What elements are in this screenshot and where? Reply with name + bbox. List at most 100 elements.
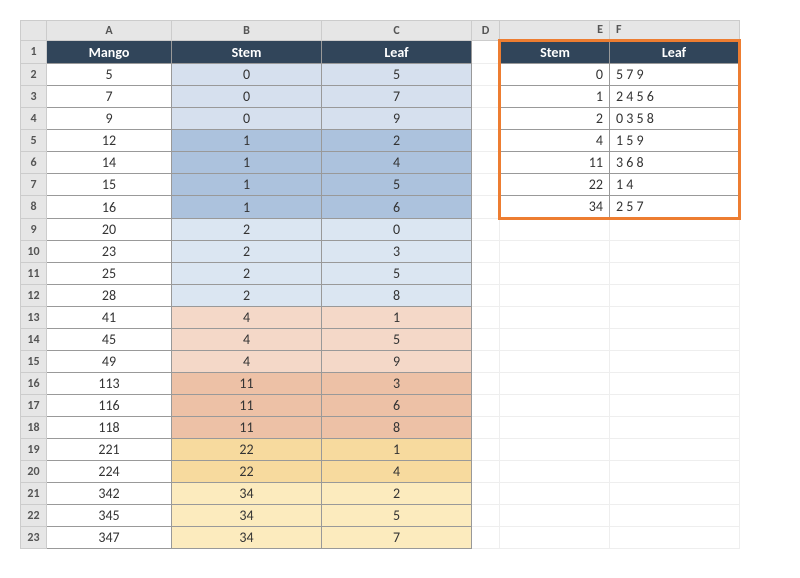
cell[interactable] (472, 130, 500, 152)
cell-stem[interactable]: 34 (172, 505, 322, 527)
cell-mango[interactable]: 45 (47, 329, 172, 351)
cell-stem[interactable]: 0 (172, 64, 322, 86)
cell-leaf[interactable]: 9 (322, 108, 472, 130)
cell[interactable] (472, 219, 500, 241)
cell[interactable] (472, 505, 500, 527)
right-cell-stem[interactable]: 0 (500, 64, 610, 86)
row-header[interactable]: 11 (21, 263, 47, 285)
cell-leaf[interactable]: 5 (322, 505, 472, 527)
cell[interactable] (472, 86, 500, 108)
cell-leaf[interactable]: 2 (322, 483, 472, 505)
cell-stem[interactable]: 22 (172, 461, 322, 483)
cell-stem[interactable]: 2 (172, 241, 322, 263)
right-cell-leaf[interactable]: 0 3 5 8 (610, 108, 740, 130)
cell-stem[interactable]: 4 (172, 307, 322, 329)
cell-mango[interactable]: 118 (47, 417, 172, 439)
cell[interactable] (472, 241, 500, 263)
right-cell-stem[interactable]: 34 (500, 196, 610, 219)
cell[interactable] (610, 505, 740, 527)
cell[interactable] (472, 307, 500, 329)
cell-stem[interactable]: 0 (172, 86, 322, 108)
cell-leaf[interactable]: 8 (322, 285, 472, 307)
row-header[interactable]: 19 (21, 439, 47, 461)
row-header[interactable]: 20 (21, 461, 47, 483)
row-header[interactable]: 16 (21, 373, 47, 395)
right-cell-leaf[interactable]: 5 7 9 (610, 64, 740, 86)
row-header[interactable]: 15 (21, 351, 47, 373)
row-header[interactable]: 14 (21, 329, 47, 351)
right-cell-stem[interactable]: 4 (500, 130, 610, 152)
cell[interactable] (610, 461, 740, 483)
cell[interactable] (472, 285, 500, 307)
cell-stem[interactable]: 11 (172, 395, 322, 417)
row-header[interactable]: 8 (21, 196, 47, 219)
cell-stem[interactable]: 2 (172, 219, 322, 241)
cell-leaf[interactable]: 5 (322, 329, 472, 351)
cell-stem[interactable]: 34 (172, 483, 322, 505)
row-header[interactable]: 4 (21, 108, 47, 130)
cell-stem[interactable]: 2 (172, 263, 322, 285)
cell[interactable] (472, 152, 500, 174)
col-header-C[interactable]: C (322, 21, 472, 41)
cell[interactable] (500, 241, 610, 263)
cell-stem[interactable]: 1 (172, 174, 322, 196)
cell-stem[interactable]: 11 (172, 373, 322, 395)
cell[interactable] (472, 64, 500, 86)
cell-leaf[interactable]: 0 (322, 219, 472, 241)
right-cell-leaf[interactable]: 3 6 8 (610, 152, 740, 174)
cell-mango[interactable]: 15 (47, 174, 172, 196)
cell-mango[interactable]: 342 (47, 483, 172, 505)
main-header-stem[interactable]: Stem (172, 41, 322, 64)
cell-stem[interactable]: 2 (172, 285, 322, 307)
cell-leaf[interactable]: 6 (322, 395, 472, 417)
cell-mango[interactable]: 5 (47, 64, 172, 86)
cell[interactable] (500, 461, 610, 483)
cell-mango[interactable]: 347 (47, 527, 172, 549)
cell[interactable] (500, 307, 610, 329)
row-header[interactable]: 1 (21, 41, 47, 64)
cell[interactable] (500, 219, 610, 241)
cell-mango[interactable]: 113 (47, 373, 172, 395)
cell-leaf[interactable]: 6 (322, 196, 472, 219)
cell[interactable] (610, 527, 740, 549)
col-header-F[interactable]: F (610, 21, 740, 41)
cell[interactable] (610, 483, 740, 505)
right-cell-leaf[interactable]: 1 5 9 (610, 130, 740, 152)
cell[interactable] (610, 329, 740, 351)
cell[interactable] (472, 108, 500, 130)
cell-leaf[interactable]: 2 (322, 130, 472, 152)
cell[interactable] (610, 285, 740, 307)
cell-mango[interactable]: 49 (47, 351, 172, 373)
col-header-E[interactable]: E (500, 21, 610, 41)
cell-mango[interactable]: 14 (47, 152, 172, 174)
cell[interactable] (472, 527, 500, 549)
cell[interactable] (500, 527, 610, 549)
cell-mango[interactable]: 25 (47, 263, 172, 285)
cell[interactable] (472, 196, 500, 219)
cell-mango[interactable]: 221 (47, 439, 172, 461)
cell-mango[interactable]: 20 (47, 219, 172, 241)
cell-mango[interactable]: 12 (47, 130, 172, 152)
cell-stem[interactable]: 22 (172, 439, 322, 461)
cell[interactable] (500, 439, 610, 461)
row-header[interactable]: 21 (21, 483, 47, 505)
cell-stem[interactable]: 11 (172, 417, 322, 439)
cell[interactable] (472, 373, 500, 395)
cell-leaf[interactable]: 4 (322, 152, 472, 174)
col-header-B[interactable]: B (172, 21, 322, 41)
row-header[interactable]: 3 (21, 86, 47, 108)
row-header[interactable]: 22 (21, 505, 47, 527)
cell[interactable] (610, 219, 740, 241)
cell-leaf[interactable]: 3 (322, 373, 472, 395)
right-cell-stem[interactable]: 11 (500, 152, 610, 174)
cell-mango[interactable]: 41 (47, 307, 172, 329)
row-header[interactable]: 10 (21, 241, 47, 263)
row-header[interactable]: 23 (21, 527, 47, 549)
cell-mango[interactable]: 23 (47, 241, 172, 263)
cell-leaf[interactable]: 5 (322, 263, 472, 285)
cell[interactable] (500, 395, 610, 417)
right-cell-stem[interactable]: 2 (500, 108, 610, 130)
cell[interactable] (500, 329, 610, 351)
cell-mango[interactable]: 116 (47, 395, 172, 417)
cell-mango[interactable]: 16 (47, 196, 172, 219)
